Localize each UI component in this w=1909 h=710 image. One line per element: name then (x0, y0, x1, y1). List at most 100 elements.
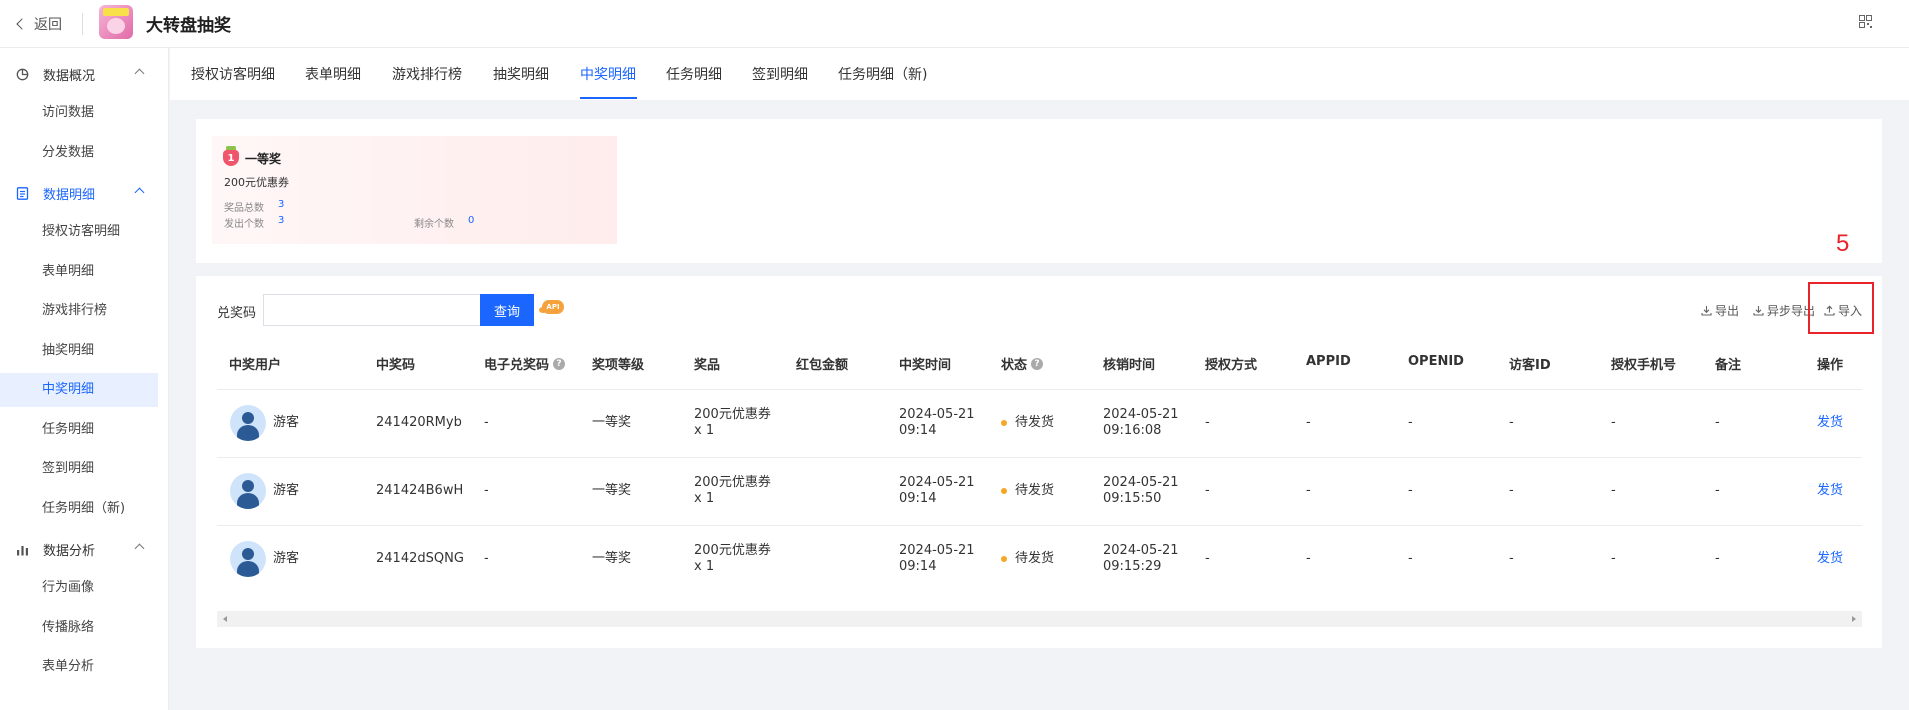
column-header: OPENID (1408, 354, 1464, 369)
e-code: - (484, 551, 489, 566)
sidebar-item-lottery-details[interactable]: 抽奖明细 (0, 334, 158, 368)
sidebar-group-label: 数据分析 (43, 543, 96, 559)
chevron-up-icon (134, 543, 145, 554)
openid: - (1408, 483, 1413, 498)
search-button[interactable]: 查询 (480, 294, 534, 326)
sidebar-item-task-details-new[interactable]: 任务明细（新) (0, 492, 158, 526)
sidebar-item-distribution-data[interactable]: 分发数据 (0, 136, 158, 170)
chevron-up-icon (134, 68, 145, 79)
tab-lottery-details[interactable]: 抽奖明细 (493, 64, 549, 84)
appid: - (1306, 415, 1311, 430)
prize-name: 200元优惠券 (694, 543, 771, 558)
ship-button[interactable]: 发货 (1817, 483, 1843, 499)
column-header: 奖品 (694, 358, 721, 373)
top-header: 返回 大转盘抽奖 (0, 0, 1909, 48)
avatar (230, 541, 266, 577)
prize-name: 200元优惠券 (694, 407, 771, 422)
total-label: 奖品总数 (224, 203, 264, 214)
help-icon[interactable]: ? (1031, 357, 1044, 370)
user-name: 游客 (273, 551, 300, 566)
avatar (230, 473, 266, 509)
ship-button[interactable]: 发货 (1817, 551, 1843, 567)
sidebar-item-checkin-details[interactable]: 签到明细 (0, 452, 158, 486)
sidebar-item-auth-visitors[interactable]: 授权访客明细 (0, 215, 158, 249)
chevron-up-icon (134, 187, 145, 198)
total-value: 3 (278, 199, 285, 210)
table-row: 游客 24142dSQNG - 一等奖 200元优惠券 x 1 2024-05-… (217, 525, 1862, 593)
column-header: 中奖时间 (899, 358, 952, 373)
back-button[interactable]: 返回 (16, 14, 62, 34)
redeem-code-label: 兑奖码 (217, 306, 257, 321)
annotation-highlight-box (1808, 282, 1874, 334)
verify-date: 2024-05-21 (1103, 475, 1179, 490)
active-tab-indicator (580, 97, 637, 99)
prize-qty: x 1 (694, 423, 715, 438)
sidebar-group-details[interactable]: 数据明细 (0, 173, 169, 213)
sidebar-item-behavior-profile[interactable]: 行为画像 (0, 571, 158, 605)
tab-task-details-new[interactable]: 任务明细（新) (838, 64, 927, 84)
export-button[interactable]: 导出 (1701, 302, 1739, 319)
download-icon (1753, 306, 1764, 316)
prize-qty: x 1 (694, 491, 715, 506)
visitor-id: - (1509, 551, 1514, 566)
avatar (230, 405, 266, 441)
tab-winning-details[interactable]: 中奖明细 (580, 64, 636, 84)
column-header: 红包金额 (796, 358, 849, 373)
column-header: 访客ID (1509, 358, 1551, 373)
help-icon[interactable]: ? (553, 357, 566, 370)
verify-time: 09:15:29 (1103, 559, 1162, 574)
scroll-right-icon[interactable] (1852, 616, 1856, 622)
sidebar-item-game-ranking[interactable]: 游戏排行榜 (0, 294, 158, 328)
sidebar-item-spread-network[interactable]: 传播脉络 (0, 611, 158, 645)
auth-phone: - (1611, 415, 1616, 430)
win-code: 241420RMyb (376, 415, 462, 430)
tab-forms[interactable]: 表单明细 (305, 64, 361, 84)
sidebar-group-overview[interactable]: 数据概况 (0, 54, 169, 94)
prize-card: 1 一等奖 200元优惠券 奖品总数 3 发出个数 3 剩余个数 0 (212, 136, 617, 244)
column-header: APPID (1306, 354, 1351, 369)
verify-time: 09:16:08 (1103, 423, 1162, 438)
rank-badge: 1 (223, 146, 239, 166)
sidebar-item-form-analysis[interactable]: 表单分析 (0, 650, 158, 684)
table-row: 游客 241420RMyb - 一等奖 200元优惠券 x 1 2024-05-… (217, 389, 1862, 457)
tab-task-details[interactable]: 任务明细 (666, 64, 722, 84)
win-code: 24142dSQNG (376, 551, 464, 566)
sidebar-group-label: 数据明细 (43, 187, 96, 203)
column-header: 中奖用户 (229, 358, 282, 373)
column-header: 授权方式 (1205, 358, 1258, 373)
tab-game-ranking[interactable]: 游戏排行榜 (392, 64, 462, 84)
app-logo (99, 5, 133, 39)
bar-chart-icon (17, 545, 28, 555)
auth-method: - (1205, 415, 1210, 430)
column-header: 授权手机号 (1611, 358, 1677, 373)
tab-checkin-details[interactable]: 签到明细 (752, 64, 808, 84)
appid: - (1306, 551, 1311, 566)
document-icon (16, 186, 29, 200)
qr-code-icon[interactable] (1859, 15, 1872, 28)
api-cloud-icon[interactable]: API (539, 300, 564, 314)
ship-button[interactable]: 发货 (1817, 415, 1843, 431)
win-date: 2024-05-21 (899, 475, 975, 490)
remark: - (1715, 415, 1720, 430)
sidebar-group-analysis[interactable]: 数据分析 (0, 529, 169, 569)
sidebar-item-forms[interactable]: 表单明细 (0, 255, 158, 289)
sidebar: 数据概况 访问数据 分发数据 数据明细 授权访客明细 表单明细 游戏排行榜 抽奖… (0, 48, 169, 710)
visitor-id: - (1509, 415, 1514, 430)
column-header: 操作 (1817, 358, 1844, 373)
win-time: 09:14 (899, 491, 937, 506)
status-badge: 待发货 (1001, 483, 1054, 499)
visitor-id: - (1509, 483, 1514, 498)
win-date: 2024-05-21 (899, 543, 975, 558)
auth-method: - (1205, 551, 1210, 566)
column-header-status: 状态? (1001, 354, 1044, 373)
sidebar-item-winning-details[interactable]: 中奖明细 (0, 373, 158, 407)
async-export-button[interactable]: 异步导出 (1753, 302, 1815, 319)
sidebar-item-task-details[interactable]: 任务明细 (0, 413, 158, 447)
openid: - (1408, 415, 1413, 430)
redeem-code-input[interactable] (263, 294, 480, 326)
sidebar-item-visit-data[interactable]: 访问数据 (0, 96, 158, 130)
horizontal-scrollbar[interactable] (217, 611, 1862, 627)
issued-label: 发出个数 (224, 219, 264, 230)
tab-auth-visitors[interactable]: 授权访客明细 (191, 64, 275, 84)
scroll-left-icon[interactable] (223, 616, 227, 622)
